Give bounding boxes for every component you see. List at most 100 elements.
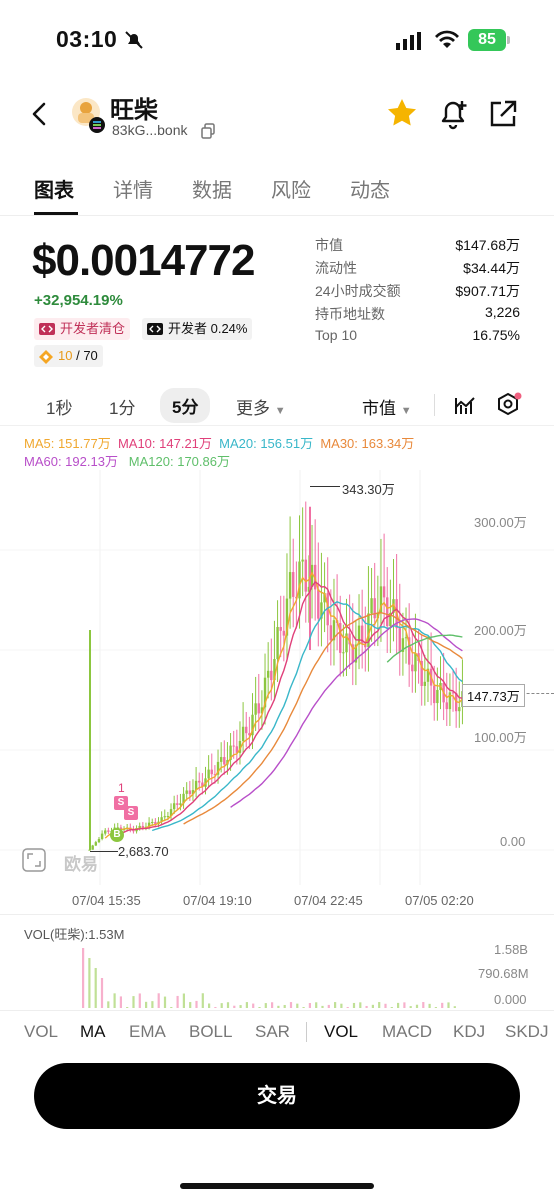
ma-legend-row2: MA60: 192.13万 MA120: 170.86万	[24, 451, 230, 470]
candle-body	[245, 726, 248, 734]
indicator-chart-icon[interactable]	[454, 394, 476, 416]
candle-body	[107, 830, 110, 832]
indicator-macd[interactable]: MACD	[382, 1022, 432, 1042]
volume-bar	[390, 1007, 393, 1008]
vol-tick-1: 1.58B	[494, 942, 528, 957]
tab-chart[interactable]: 图表	[34, 174, 74, 203]
volume-bar	[170, 1007, 173, 1008]
fullscreen-expand-icon[interactable]	[22, 848, 46, 872]
stat-market-cap-label: 市值	[315, 237, 343, 253]
x-tick-1: 07/04 15:35	[72, 893, 141, 908]
current-price-label: 147.73万	[462, 684, 525, 707]
dev-share-tag[interactable]: 开发者 0.24%	[142, 318, 253, 340]
volume-chart[interactable]	[0, 940, 554, 1010]
candle-body	[141, 825, 145, 828]
stat-top10-value: 16.75%	[472, 327, 520, 343]
volume-bar	[441, 1002, 444, 1008]
bell-add-alert-icon[interactable]	[438, 97, 470, 131]
candlesticks	[88, 501, 464, 851]
indicator-boll[interactable]: BOLL	[189, 1022, 232, 1042]
low-label: 2,683.70	[118, 844, 169, 859]
ma20-label: MA20: 156.51万	[219, 436, 314, 451]
candle-body	[342, 652, 345, 654]
volume-bar	[264, 1003, 267, 1008]
candle-body	[166, 816, 170, 818]
stat-holders-label: 持币地址数	[315, 306, 385, 322]
interval-1s[interactable]: 1秒	[46, 394, 72, 419]
interval-more[interactable]: 更多 ▼	[236, 394, 286, 419]
volume-bar	[138, 993, 141, 1008]
x-tick-4: 07/05 02:20	[405, 893, 474, 908]
volume-bar	[126, 1007, 129, 1008]
battery-indicator: 85	[468, 29, 506, 51]
settings-hex-icon[interactable]	[496, 392, 522, 418]
candle-body	[100, 833, 104, 839]
star-favorite-icon[interactable]	[386, 97, 418, 129]
candle-body	[104, 830, 107, 834]
volume-bar	[201, 993, 204, 1008]
volume-bar	[289, 1002, 293, 1008]
tab-activity[interactable]: 动态	[350, 174, 390, 203]
score-total: / 70	[76, 348, 98, 363]
buy-marker[interactable]: B	[110, 828, 124, 842]
token-title: 旺柴	[110, 97, 158, 124]
stat-top10-label: Top 10	[315, 327, 358, 343]
volume-bar	[119, 996, 122, 1008]
trade-button[interactable]: 交易	[34, 1063, 520, 1129]
y-tick-200: 200.00万	[474, 623, 527, 638]
divider	[434, 394, 435, 416]
tab-details[interactable]: 详情	[113, 174, 153, 203]
indicator-ma[interactable]: MA	[80, 1022, 106, 1042]
volume-bar	[334, 1002, 337, 1008]
volume-bar	[107, 1001, 110, 1008]
volume-bar	[403, 1002, 406, 1008]
indicator-sub-vol[interactable]: VOL	[324, 1022, 358, 1042]
tab-risk[interactable]: 风险	[271, 174, 311, 203]
volume-bar	[176, 995, 179, 1008]
indicator-sar[interactable]: SAR	[255, 1022, 290, 1042]
copy-icon[interactable]	[200, 123, 216, 139]
sell-marker[interactable]: S	[124, 806, 138, 820]
metric-selector[interactable]: 市值 ▼	[362, 394, 412, 419]
candle-body	[436, 689, 439, 704]
vol-tick-2: 790.68M	[478, 966, 529, 981]
candle-body	[198, 780, 201, 783]
indicator-ema[interactable]: EMA	[129, 1022, 166, 1042]
volume-bar	[88, 958, 91, 1008]
candle-body	[329, 625, 333, 641]
volume-bar	[434, 1007, 437, 1008]
divider	[0, 1010, 554, 1011]
candle-body	[276, 627, 279, 660]
token-avatar	[72, 98, 105, 133]
volume-bar	[302, 1007, 305, 1008]
tab-data[interactable]: 数据	[192, 174, 232, 203]
score-tag[interactable]: 10 / 70	[34, 345, 103, 367]
volume-bar	[151, 1001, 154, 1008]
interval-1m[interactable]: 1分	[109, 394, 135, 419]
candle-body	[188, 790, 192, 795]
ma60-label: MA60: 192.13万	[24, 454, 118, 469]
share-external-icon[interactable]	[488, 99, 518, 129]
indicator-vol[interactable]: VOL	[24, 1022, 58, 1042]
candle-body	[257, 703, 260, 714]
candle-body	[317, 589, 320, 619]
dev-cleared-tag[interactable]: 开发者清仓	[34, 318, 131, 340]
volume-bar	[447, 1002, 450, 1008]
candle-body	[370, 598, 373, 614]
high-marker-line	[310, 486, 340, 487]
back-arrow-icon[interactable]	[30, 101, 50, 127]
interval-5m[interactable]: 5分	[160, 388, 211, 423]
price-chart[interactable]	[0, 470, 554, 890]
y-tick-100: 100.00万	[474, 730, 527, 745]
candle-body	[411, 664, 414, 672]
candle-body	[414, 653, 417, 672]
indicator-kdj[interactable]: KDJ	[453, 1022, 485, 1042]
volume-bar	[308, 1003, 311, 1008]
candle-body	[382, 586, 386, 598]
stat-volume-24h-value: $907.71万	[455, 283, 520, 299]
candle-body	[172, 803, 176, 810]
indicator-skdj[interactable]: SKDJ	[505, 1022, 548, 1042]
ma5-label: MA5: 151.77万	[24, 436, 111, 451]
volume-bar	[365, 1005, 368, 1008]
divider	[0, 914, 554, 915]
